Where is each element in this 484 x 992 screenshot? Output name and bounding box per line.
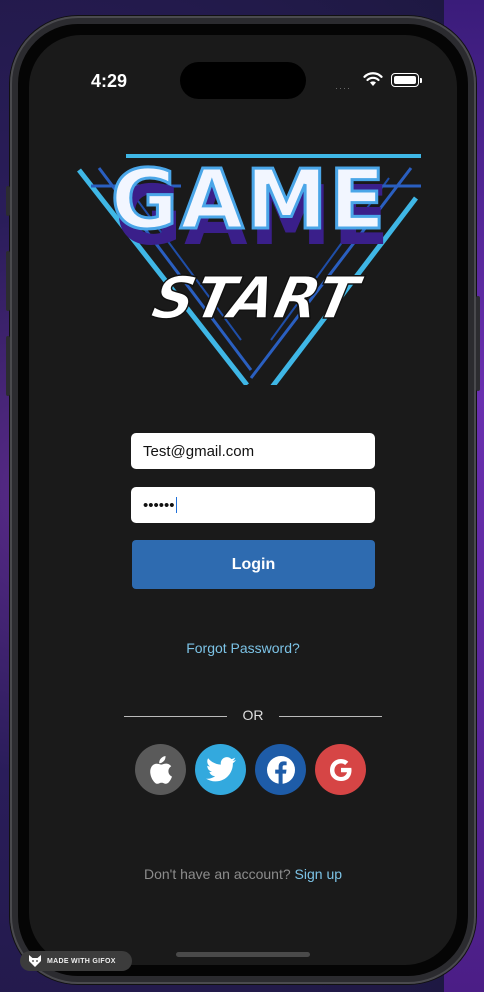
logo-line2: START	[146, 265, 368, 332]
google-icon	[329, 758, 351, 781]
gifox-watermark: MADE WITH GIFOX	[20, 951, 132, 971]
facebook-login-button[interactable]	[255, 744, 306, 795]
twitter-icon	[205, 757, 236, 782]
wifi-icon	[363, 72, 383, 86]
home-indicator	[176, 952, 310, 957]
or-label: OR	[242, 707, 264, 723]
google-login-button[interactable]	[315, 744, 366, 795]
screen: 4:29 ···· GAME GAME START Test@gmail.com…	[29, 35, 457, 965]
email-field[interactable]: Test@gmail.com	[131, 433, 375, 469]
twitter-login-button[interactable]	[195, 744, 246, 795]
battery-icon	[391, 73, 422, 87]
login-button[interactable]: Login	[132, 540, 375, 589]
divider-line-right	[279, 716, 382, 717]
watermark-label: MADE WITH GIFOX	[47, 957, 116, 965]
text-caret	[175, 497, 178, 513]
signal-icon: ····	[335, 83, 351, 93]
status-time: 4:29	[91, 71, 128, 91]
forgot-password-link[interactable]: Forgot Password?	[29, 640, 457, 656]
signup-prompt: Don't have an account?	[143, 866, 291, 882]
action-button	[6, 186, 10, 216]
dynamic-island	[180, 62, 306, 99]
signup-row: Don't have an account? Sign up	[29, 866, 457, 882]
phone-frame: 4:29 ···· GAME GAME START Test@gmail.com…	[6, 16, 480, 984]
fox-icon	[29, 955, 41, 967]
login-label: Login	[231, 555, 276, 573]
signup-link[interactable]: Sign up	[295, 866, 342, 882]
facebook-icon	[266, 755, 295, 784]
apple-login-button[interactable]	[135, 744, 186, 795]
volume-up-button	[6, 251, 10, 311]
or-divider: OR	[124, 707, 382, 725]
password-field[interactable]: ••••••	[131, 487, 375, 523]
email-value: Test@gmail.com	[143, 442, 255, 460]
logo-line1: GAME	[111, 153, 387, 248]
apple-icon	[149, 755, 172, 784]
power-button	[476, 296, 480, 391]
volume-down-button	[6, 336, 10, 396]
password-value: ••••••	[143, 496, 175, 514]
game-start-logo: GAME GAME START	[77, 152, 421, 385]
